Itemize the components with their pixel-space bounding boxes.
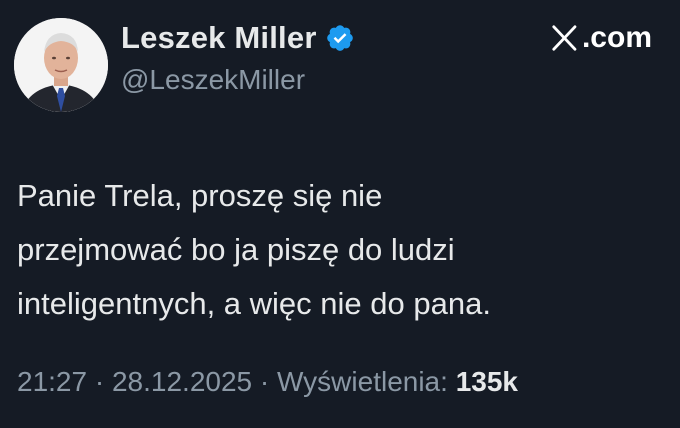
tweet-line: przejmować bo ja piszę do ludzi <box>17 232 455 267</box>
tweet-line: inteligentnych, a więc nie do pana. <box>17 286 491 321</box>
author-handle[interactable]: @LeszekMiller <box>121 64 305 96</box>
views-label: Wyświetlenia: <box>277 366 448 397</box>
x-logo-icon <box>550 24 580 52</box>
x-brand: .com <box>550 20 652 56</box>
author-name-row: Leszek Miller <box>121 18 355 58</box>
brand-domain-label: .com <box>581 21 652 54</box>
tweet-meta: 21:27 · 28.12.2025 · Wyświetlenia: 135k <box>17 366 518 398</box>
tweet-time[interactable]: 21:27 <box>17 366 87 397</box>
avatar[interactable] <box>14 18 108 112</box>
verified-badge-icon <box>325 23 355 53</box>
meta-separator: · <box>87 366 112 397</box>
tweet-text: Panie Trela, proszę się nie przejmować b… <box>17 169 657 331</box>
views-count: 135k <box>455 366 518 397</box>
meta-separator: · <box>252 366 277 397</box>
tweet-line: Panie Trela, proszę się nie <box>17 178 383 213</box>
tweet-date[interactable]: 28.12.2025 <box>112 366 252 397</box>
tweet-card: Leszek Miller @LeszekMiller .com Panie T… <box>0 0 680 428</box>
author-display-name[interactable]: Leszek Miller <box>121 20 317 56</box>
